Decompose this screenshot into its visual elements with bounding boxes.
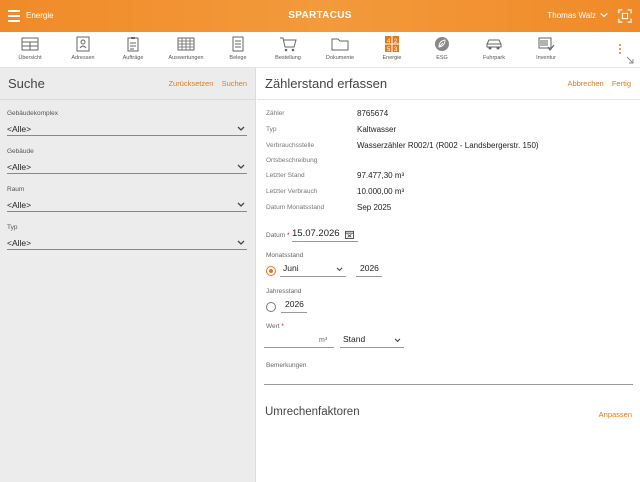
calendar-icon[interactable] — [345, 230, 354, 239]
info-label: Ortsbeschreibung — [266, 157, 318, 164]
toolbar-item-inventur[interactable]: Inventur — [518, 36, 574, 61]
user-menu[interactable]: Thomas Walz — [547, 11, 596, 20]
cart-icon — [280, 37, 297, 52]
date-label: Datum * — [266, 232, 290, 239]
app-title: SPARTACUS — [288, 10, 352, 21]
month-radio[interactable] — [266, 266, 276, 276]
table-icon — [177, 37, 195, 51]
raum-select[interactable]: <Alle> — [7, 198, 247, 212]
year-label: Jahresstand — [266, 288, 302, 295]
toolbar-item-auftraege[interactable]: Aufträge — [105, 36, 161, 61]
toolbar-item-dokumente[interactable]: Dokumente — [312, 36, 368, 61]
info-value: Wasserzähler R002/1 (R002 - Landsbergers… — [357, 141, 539, 150]
folder-icon — [331, 38, 349, 51]
filter-gebaeudekomplex: Gebäudekomplex <Alle> — [7, 110, 247, 136]
toolbar-item-esg[interactable]: ESG — [414, 36, 470, 61]
resize-icon[interactable] — [626, 56, 634, 64]
reset-button[interactable]: Zurücksetzen — [168, 79, 213, 88]
value-type-select[interactable]: Stand — [340, 334, 404, 348]
chevron-down-icon[interactable] — [600, 11, 608, 19]
form-title: Zählerstand erfassen — [265, 76, 388, 91]
gebaeude-select[interactable]: <Alle> — [7, 160, 247, 174]
value-label: Wert * — [266, 323, 284, 330]
search-button[interactable]: Suchen — [222, 79, 247, 88]
divider — [257, 99, 640, 100]
toolbar-item-fuhrpark[interactable]: Fuhrpark — [466, 36, 522, 61]
info-label: Typ — [266, 126, 277, 133]
app-header: Energie SPARTACUS Thomas Walz — [0, 0, 640, 32]
chevron-down-icon — [237, 164, 245, 169]
info-label: Datum Monatsstand — [266, 204, 325, 211]
search-title: Suche — [8, 76, 45, 91]
car-icon — [486, 39, 502, 50]
info-label: Zähler — [266, 110, 285, 117]
clipboard-icon — [127, 37, 139, 52]
toolbar-item-adressen[interactable]: Adressen — [55, 36, 111, 61]
toolbar-item-energie[interactable]: 4253 Energie — [364, 36, 420, 61]
remarks-input[interactable] — [264, 384, 633, 385]
cancel-button[interactable]: Abbrechen — [567, 79, 603, 88]
toolbar-item-bestellung[interactable]: Bestellung — [260, 36, 316, 61]
info-value: 8765674 — [357, 109, 389, 118]
chevron-down-icon — [237, 240, 245, 245]
remarks-label: Bemerkungen — [266, 362, 307, 369]
leaf-icon — [435, 37, 449, 51]
unit-label: m³ — [319, 337, 328, 344]
toolbar-item-uebersicht[interactable]: Übersicht — [2, 36, 58, 61]
year-input[interactable]: 2026 — [281, 299, 307, 313]
adjust-button[interactable]: Anpassen — [599, 410, 632, 419]
info-label: Letzter Stand — [266, 172, 305, 179]
overview-icon — [21, 37, 39, 51]
typ-select[interactable]: <Alle> — [7, 236, 247, 250]
conversion-factors-title: Umrechenfaktoren — [265, 406, 360, 418]
inventory-icon — [538, 37, 555, 52]
info-value: Kaltwasser — [357, 125, 397, 134]
divider — [0, 99, 255, 100]
year-radio[interactable] — [266, 302, 276, 312]
toolbar-item-auswertungen[interactable]: Auswertungen — [158, 36, 214, 61]
chevron-down-icon — [336, 267, 343, 272]
address-icon — [76, 36, 90, 52]
chevron-down-icon — [394, 338, 401, 343]
month-label: Monatsstand — [266, 252, 304, 259]
info-value: 97.477,30 m³ — [357, 171, 405, 180]
toolbar-item-belege[interactable]: Belege — [210, 36, 266, 61]
meter-reading-form: Zählerstand erfassen Abbrechen Fertig Zä… — [257, 68, 640, 482]
filter-gebaeude: Gebäude <Alle> — [7, 148, 247, 174]
chevron-down-icon — [237, 202, 245, 207]
filter-raum: Raum <Alle> — [7, 186, 247, 212]
info-value: Sep 2025 — [357, 203, 392, 212]
chevron-down-icon — [237, 126, 245, 131]
info-label: Letzter Verbrauch — [266, 188, 318, 195]
info-value: 10.000,00 m³ — [357, 187, 405, 196]
info-label: Verbrauchsstelle — [266, 142, 315, 149]
energy-icon: 4 25 3 — [385, 36, 399, 52]
scan-icon[interactable] — [618, 9, 632, 23]
gebaeudekomplex-select[interactable]: <Alle> — [7, 122, 247, 136]
more-options-icon[interactable] — [618, 44, 622, 56]
month-year-input[interactable]: 2026 — [356, 263, 382, 277]
month-select[interactable]: Juni — [280, 263, 346, 277]
module-toolbar: Übersicht Adressen Aufträge Auswertungen… — [0, 32, 640, 68]
document-icon — [232, 36, 244, 52]
filter-typ: Typ <Alle> — [7, 224, 247, 250]
search-panel: Suche Zurücksetzen Suchen Gebäudekomplex… — [0, 68, 256, 482]
done-button[interactable]: Fertig — [612, 79, 631, 88]
